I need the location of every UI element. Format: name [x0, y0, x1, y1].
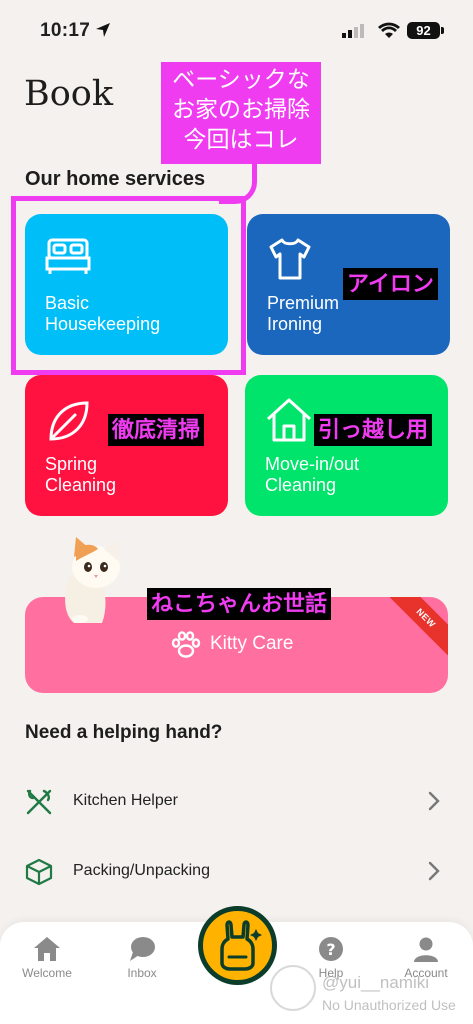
home-icon [34, 937, 60, 961]
watermark-notice: No Unauthorized Use [322, 997, 456, 1013]
battery-indicator: 92 [407, 22, 440, 39]
new-badge: NEW [384, 597, 448, 660]
annotation-ironing: アイロン [343, 268, 438, 300]
kitty-care-label: Kitty Care [210, 633, 294, 654]
help-icon: ? [319, 937, 343, 961]
battery-tip [441, 27, 444, 34]
page-title: Book [24, 74, 114, 114]
list-item-kitchen-helper[interactable]: Kitchen Helper [0, 772, 473, 832]
house-icon [266, 398, 312, 442]
status-time: 10:17 [40, 20, 91, 41]
tab-inbox[interactable]: Inbox [97, 936, 187, 980]
kitten-illustration [65, 537, 120, 623]
watermark-logo [270, 965, 316, 1011]
annotation-spring: 徹底清掃 [108, 414, 205, 446]
svg-text:?: ? [326, 940, 335, 959]
status-bar: 10:17 92 [0, 0, 473, 56]
service-card-label: Premium Ironing [267, 293, 340, 334]
chevron-right-icon [428, 861, 440, 881]
apron-icon [220, 920, 262, 971]
watermark: @yui__namiki No Unauthorized Use [322, 972, 456, 1016]
location-arrow-icon [96, 23, 110, 37]
list-item-label: Packing/Unpacking [73, 862, 210, 879]
person-icon [414, 937, 438, 962]
box-icon [25, 858, 53, 886]
annotation-highlight-box [11, 196, 246, 375]
tab-label: Welcome [22, 966, 72, 980]
list-item-packing-unpacking[interactable]: Packing/Unpacking [0, 842, 473, 902]
service-card-label: Spring Cleaning [45, 454, 117, 495]
list-item-label: Kitchen Helper [73, 792, 178, 809]
shirt-icon [269, 238, 311, 280]
wifi-icon [378, 22, 400, 38]
section-title-home-services: Our home services [25, 168, 206, 190]
utensils-icon [26, 789, 52, 815]
tab-label: Inbox [127, 966, 157, 980]
section-title-helping-hand: Need a helping hand? [25, 722, 223, 743]
annotation-callout-tail [219, 158, 257, 204]
service-card-label: Move-in/out Cleaning [265, 454, 360, 495]
tab-welcome[interactable]: Welcome [2, 936, 92, 980]
leaf-icon [49, 401, 89, 441]
chevron-right-icon [428, 791, 440, 811]
chat-icon [130, 937, 155, 961]
center-action-button[interactable] [198, 906, 277, 985]
watermark-handle: @yui__namiki [322, 973, 430, 992]
paw-icon [171, 631, 201, 658]
annotation-move: 引っ越し用 [314, 414, 433, 446]
annotation-callout: ベーシックな お家のお掃除 今回はコレ [161, 62, 321, 164]
signal-icon [342, 24, 364, 38]
annotation-kitty: ねこちゃんお世話 [147, 588, 332, 620]
